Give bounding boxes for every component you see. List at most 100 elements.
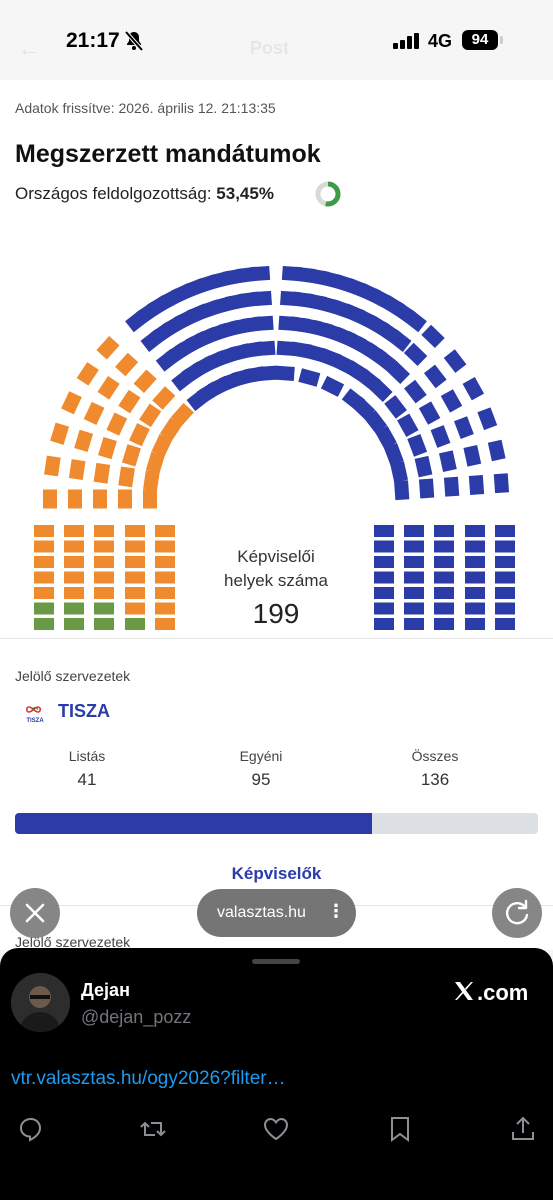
seat-blue (434, 525, 454, 537)
representatives-link[interactable]: Képviselők (200, 864, 353, 884)
reply-icon[interactable] (17, 1115, 45, 1143)
status-bar: ← Post 21:17 4G 94 (0, 0, 553, 80)
seat-blue (495, 525, 515, 537)
status-time: 21:17 (66, 29, 120, 52)
avatar[interactable] (11, 973, 70, 1032)
seat-blue (404, 379, 427, 404)
back-arrow-icon[interactable]: ← (18, 36, 40, 62)
seat-blue (465, 587, 485, 599)
seat-blue (257, 365, 278, 381)
seat-blue (434, 587, 454, 599)
user-name[interactable]: Дејан (81, 980, 130, 1001)
seat-blue (465, 525, 485, 537)
reload-icon (506, 899, 529, 925)
share-icon[interactable] (509, 1115, 537, 1143)
seat-blue (439, 450, 457, 472)
seat-blue (495, 571, 515, 584)
seat-orange (115, 352, 139, 377)
sheet-drag-handle[interactable] (252, 959, 300, 964)
seat-orange (143, 470, 160, 492)
progress-value: 53,45% (216, 184, 274, 203)
seat-orange (155, 602, 175, 615)
seat-green (34, 618, 54, 630)
reload-button[interactable] (492, 888, 542, 938)
seat-blue (423, 364, 447, 389)
stat-list-value: 41 (77, 770, 97, 789)
seat-orange (93, 462, 111, 484)
seat-blue (495, 556, 515, 568)
seat-green (125, 618, 145, 630)
seat-blue (404, 525, 424, 537)
seat-caption-line2: helyek száma (224, 571, 328, 590)
seat-orange (155, 618, 175, 630)
seat-orange (61, 391, 82, 415)
progress-label: Országos feldolgozottság: (15, 184, 217, 203)
seat-blue (495, 587, 515, 599)
url-pill[interactable]: valasztas.hu ⋮ (197, 889, 356, 937)
seat-blue (252, 290, 272, 307)
seat-green (64, 602, 84, 615)
user-handle[interactable]: @dejan_pozz (81, 1007, 191, 1028)
retweet-icon[interactable] (139, 1115, 167, 1143)
close-icon (25, 903, 45, 923)
like-icon[interactable] (262, 1115, 290, 1143)
seat-orange (125, 556, 145, 568)
seat-orange (34, 525, 54, 537)
seat-orange (94, 587, 114, 599)
seat-blue (465, 556, 485, 568)
tweet-link[interactable]: vtr.valasztas.hu/ogy2026?filter… (11, 1068, 286, 1090)
seat-orange (118, 466, 135, 488)
seat-orange (125, 540, 145, 553)
seat-blue (404, 556, 424, 568)
stat-list-label: Listás (68, 748, 106, 764)
stat-individual: Egyéni 95 (201, 748, 321, 790)
progress-donut (315, 181, 341, 207)
seat-blue (403, 342, 428, 367)
seat-orange (155, 556, 175, 568)
seat-orange (139, 403, 162, 428)
party-name[interactable]: TISZA (58, 701, 110, 722)
seat-blue (394, 480, 410, 501)
seat-blue (414, 455, 433, 478)
url-text: valasztas.hu (217, 904, 306, 921)
processing-progress: Országos feldolgozottság: 53,45% (15, 184, 274, 204)
seat-blue (465, 540, 485, 553)
stat-list: Listás 41 (27, 748, 147, 790)
seat-blue (390, 461, 408, 483)
seat-orange (125, 602, 145, 615)
battery-cap (500, 36, 503, 44)
seat-green (64, 618, 84, 630)
seat-green (94, 618, 114, 630)
seat-blue (468, 475, 485, 495)
network-type: 4G (428, 31, 453, 51)
seat-blue (434, 556, 454, 568)
seat-blue (430, 425, 451, 448)
seat-blue (495, 618, 515, 630)
seat-blue (250, 265, 271, 282)
x-logo-icon (455, 982, 473, 1000)
seat-blue (443, 476, 460, 497)
stat-individual-label: Egyéni (239, 748, 283, 764)
more-menu-icon[interactable]: ⋮ (327, 901, 345, 922)
seat-orange (125, 525, 145, 537)
seat-share-bar-fill (15, 813, 373, 834)
seat-green (34, 602, 54, 615)
seat-blue (374, 525, 394, 537)
seat-orange (155, 540, 175, 553)
seat-orange (143, 489, 157, 509)
seat-orange (96, 336, 120, 360)
seat-blue (495, 540, 515, 553)
seat-orange (64, 540, 84, 553)
seat-orange (68, 489, 82, 509)
seat-orange (129, 423, 150, 447)
seat-orange (50, 422, 70, 445)
seat-blue (374, 556, 394, 568)
seat-total: 199 (252, 598, 300, 629)
close-button[interactable] (10, 888, 60, 938)
seat-blue (320, 375, 345, 397)
seat-blue (463, 445, 482, 467)
bookmark-icon[interactable] (386, 1115, 414, 1143)
seat-green (94, 602, 114, 615)
bell-off-icon (124, 30, 144, 52)
seat-blue (465, 618, 485, 630)
